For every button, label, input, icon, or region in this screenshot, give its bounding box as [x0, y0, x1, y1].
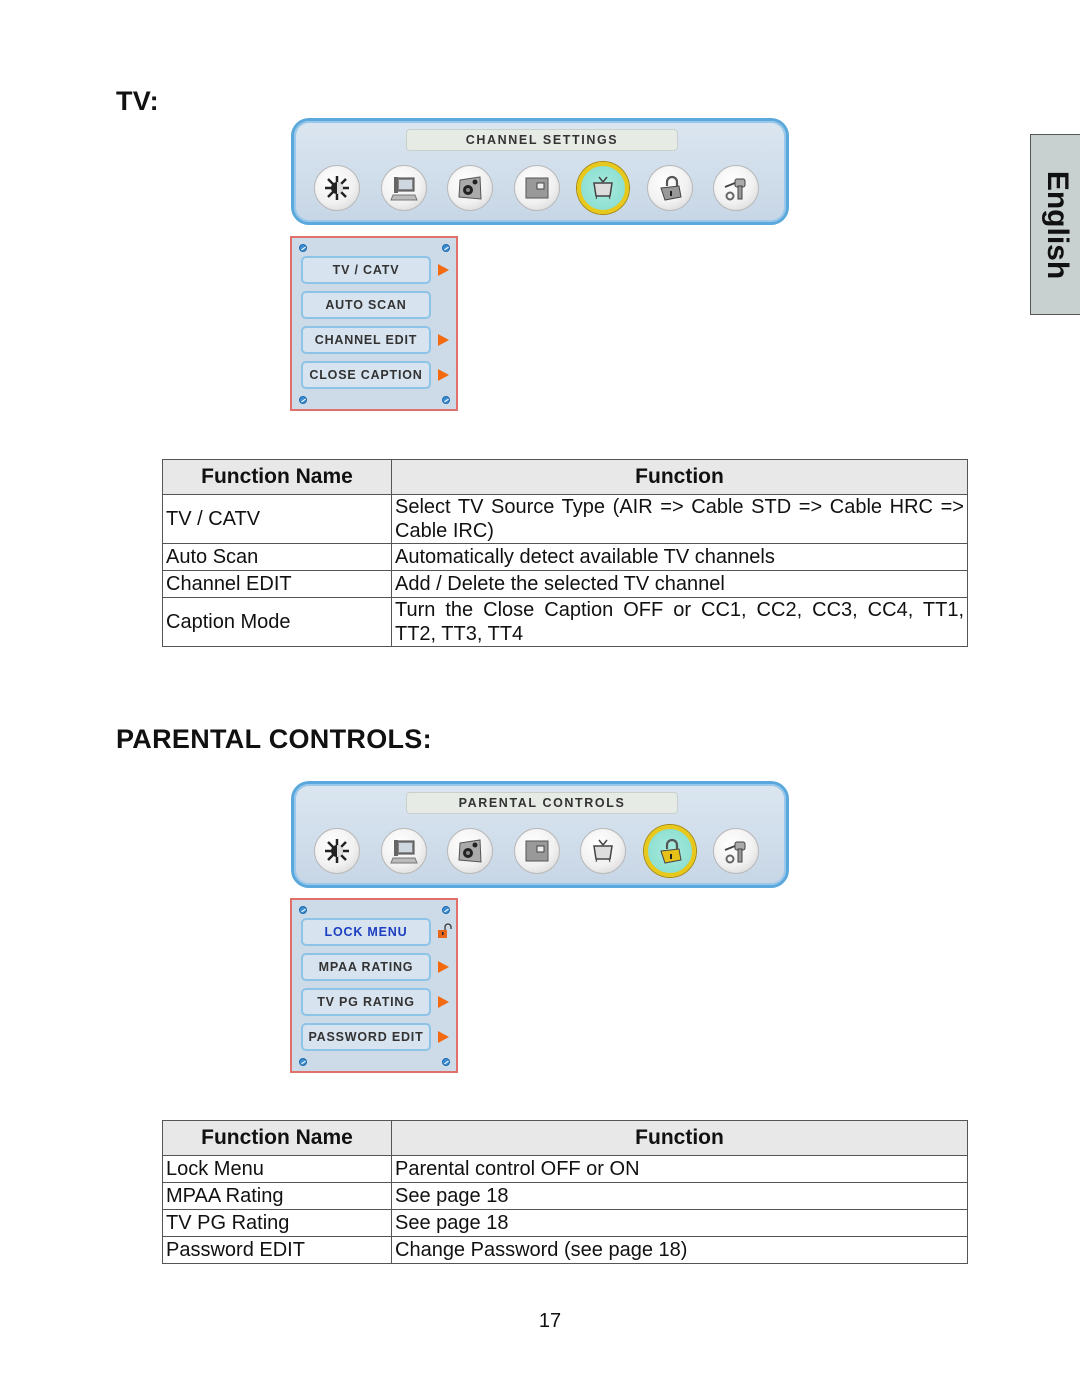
language-tab-label: English: [1040, 170, 1074, 279]
table-header-row: Function Name Function: [162, 1120, 968, 1156]
setup-tools-icon: [725, 841, 746, 864]
parental-function-table: Function Name Function Lock Menu Parenta…: [162, 1120, 968, 1264]
screw-icon: [442, 906, 450, 914]
osd-title: CHANNEL SETTINGS: [406, 129, 678, 151]
function-cell: Turn the Close Caption OFF or CC1, CC2, …: [391, 597, 968, 647]
tv-submenu: TV / CATV AUTO SCAN CHANNEL EDIT CLOSE C…: [290, 236, 458, 411]
table-header-row: Function Name Function: [162, 459, 968, 495]
tv-osd-menu-bar: CHANNEL SETTINGS: [291, 118, 789, 225]
column-header-function-name: Function Name: [162, 459, 392, 495]
pc-icon: [389, 177, 418, 201]
screw-icon: [442, 396, 450, 404]
function-name-cell: TV / CATV: [162, 494, 392, 544]
screw-icon: [299, 244, 307, 252]
function-name-cell: Password EDIT: [162, 1236, 392, 1264]
tv-icon: [593, 839, 614, 863]
table-row: Lock Menu Parental control OFF or ON: [162, 1155, 968, 1183]
submenu-arrow-icon: [438, 264, 449, 276]
lock-icon: [660, 175, 682, 201]
table-row: TV PG Rating See page 18: [162, 1209, 968, 1237]
function-cell: Parental control OFF or ON: [391, 1155, 968, 1183]
osd-picture-button[interactable]: [314, 828, 360, 874]
screw-icon: [442, 244, 450, 252]
submenu-arrow-icon: [438, 961, 449, 973]
function-name-cell: MPAA Rating: [162, 1182, 392, 1210]
parental-submenu: LOCK MENU MPAA RATING TV PG RATING PASSW…: [290, 898, 458, 1073]
column-header-function: Function: [391, 459, 968, 495]
submenu-arrow-icon: [438, 369, 449, 381]
screw-icon: [299, 396, 307, 404]
osd-pc-button[interactable]: [380, 828, 427, 874]
osd-setup-tools-button[interactable]: [713, 828, 760, 874]
osd-picture-button[interactable]: [314, 165, 360, 211]
osd-window-button[interactable]: [513, 165, 560, 211]
lock-icon: [660, 838, 682, 864]
setup-tools-icon: [725, 178, 746, 201]
table-row: Caption Mode Turn the Close Caption OFF …: [162, 597, 968, 647]
osd-icon-row: [307, 162, 773, 215]
osd-pc-button[interactable]: [380, 165, 427, 211]
function-name-cell: Channel EDIT: [162, 570, 392, 598]
function-cell: See page 18: [391, 1182, 968, 1210]
function-name-cell: Auto Scan: [162, 543, 392, 571]
function-name-cell: Caption Mode: [162, 597, 392, 647]
language-tab: English: [1030, 134, 1080, 315]
audio-icon: [458, 176, 482, 200]
tv-icon: [593, 176, 614, 200]
screw-icon: [442, 1058, 450, 1066]
function-name-cell: Lock Menu: [162, 1155, 392, 1183]
osd-window-button[interactable]: [513, 828, 560, 874]
submenu-arrow-icon: [438, 996, 449, 1008]
function-cell: Select TV Source Type (AIR => Cable STD …: [391, 494, 968, 544]
osd-audio-button[interactable]: [447, 828, 494, 874]
screw-icon: [299, 906, 307, 914]
table-row: Auto Scan Automatically detect available…: [162, 543, 968, 571]
column-header-function-name: Function Name: [162, 1120, 392, 1156]
osd-tv-button[interactable]: [577, 162, 630, 214]
tv-section-heading: TV:: [116, 86, 159, 116]
screw-icon: [299, 1058, 307, 1066]
function-cell: See page 18: [391, 1209, 968, 1237]
osd-tv-button[interactable]: [580, 828, 627, 874]
window-icon: [525, 840, 549, 862]
osd-lock-button[interactable]: [646, 165, 693, 211]
parental-controls-heading: PARENTAL CONTROLS:: [116, 724, 432, 754]
osd-title: PARENTAL CONTROLS: [406, 792, 678, 814]
function-cell: Add / Delete the selected TV channel: [391, 570, 968, 598]
osd-audio-button[interactable]: [447, 165, 494, 211]
table-row: Channel EDIT Add / Delete the selected T…: [162, 570, 968, 598]
submenu-item-tv-catv[interactable]: TV / CATV: [301, 256, 431, 284]
submenu-arrow-icon: [438, 1031, 449, 1043]
submenu-item-mpaa-rating[interactable]: MPAA RATING: [301, 953, 431, 981]
picture-icon: [325, 176, 349, 200]
column-header-function: Function: [391, 1120, 968, 1156]
submenu-item-auto-scan[interactable]: AUTO SCAN: [301, 291, 431, 319]
parental-osd-menu-bar: PARENTAL CONTROLS: [291, 781, 789, 888]
submenu-item-tv-pg-rating[interactable]: TV PG RATING: [301, 988, 431, 1016]
submenu-arrow-icon: [438, 334, 449, 346]
function-cell: Change Password (see page 18): [391, 1236, 968, 1264]
function-name-cell: TV PG Rating: [162, 1209, 392, 1237]
table-row: TV / CATV Select TV Source Type (AIR => …: [162, 494, 968, 544]
unlocked-padlock-icon: [438, 923, 452, 938]
submenu-item-password-edit[interactable]: PASSWORD EDIT: [301, 1023, 431, 1051]
window-icon: [525, 177, 549, 199]
submenu-item-lock-menu[interactable]: LOCK MENU: [301, 918, 431, 946]
osd-lock-button[interactable]: [643, 825, 696, 877]
page-number: 17: [538, 1310, 562, 1332]
tv-function-table: Function Name Function TV / CATV Select …: [162, 459, 968, 647]
audio-icon: [458, 839, 482, 863]
osd-icon-row: [307, 825, 773, 878]
submenu-item-channel-edit[interactable]: CHANNEL EDIT: [301, 326, 431, 354]
function-cell: Automatically detect available TV channe…: [391, 543, 968, 571]
table-row: Password EDIT Change Password (see page …: [162, 1236, 968, 1264]
table-row: MPAA Rating See page 18: [162, 1182, 968, 1210]
picture-icon: [325, 839, 349, 863]
osd-setup-tools-button[interactable]: [713, 165, 760, 211]
pc-icon: [389, 840, 418, 864]
submenu-item-close-caption[interactable]: CLOSE CAPTION: [301, 361, 431, 389]
